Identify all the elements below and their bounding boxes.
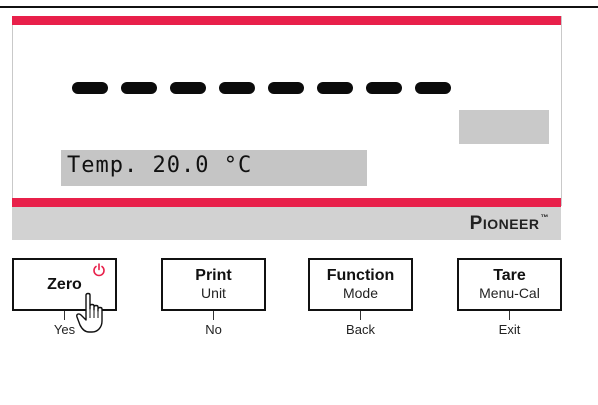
print-button[interactable]: Print Unit: [161, 258, 266, 311]
dash-segment: [72, 82, 108, 94]
tare-button[interactable]: Tare Menu-Cal: [457, 258, 562, 311]
no-label: No: [205, 322, 222, 337]
dash-segment: [219, 82, 255, 94]
unit-sublabel: Unit: [201, 285, 226, 301]
tare-button-label: Tare: [493, 267, 526, 284]
key-tick: [360, 311, 361, 320]
dash-segment: [121, 82, 157, 94]
menu-cal-sublabel: Menu-Cal: [479, 285, 540, 301]
top-rule: [0, 6, 598, 8]
hand-pointer-icon: [76, 292, 103, 333]
mode-sublabel: Mode: [342, 285, 379, 301]
key-tick: [213, 311, 214, 320]
display-top-accent-bar: [12, 16, 561, 25]
function-button[interactable]: Function Mode: [308, 258, 413, 311]
dash-segment: [366, 82, 402, 94]
key-tick: [64, 311, 65, 320]
power-icon: [93, 263, 105, 277]
print-button-label: Print: [195, 267, 232, 284]
temperature-readout: Temp. 20.0 °C: [67, 153, 253, 178]
exit-label: Exit: [498, 322, 521, 337]
dash-segment: [170, 82, 206, 94]
back-label: Back: [346, 322, 375, 337]
dash-segment: [415, 82, 451, 94]
weight-readout-dashes: [72, 82, 452, 96]
brand-strip: PIONEER™: [12, 207, 561, 240]
function-button-label: Function: [326, 267, 395, 284]
key-tick: [509, 311, 510, 320]
dash-segment: [268, 82, 304, 94]
unit-indicator-box: [459, 110, 549, 144]
dash-segment: [317, 82, 353, 94]
brand-logo: PIONEER™: [469, 213, 549, 234]
display-bottom-accent-bar: [12, 198, 561, 207]
temperature-box: Temp. 20.0 °C: [61, 150, 367, 186]
